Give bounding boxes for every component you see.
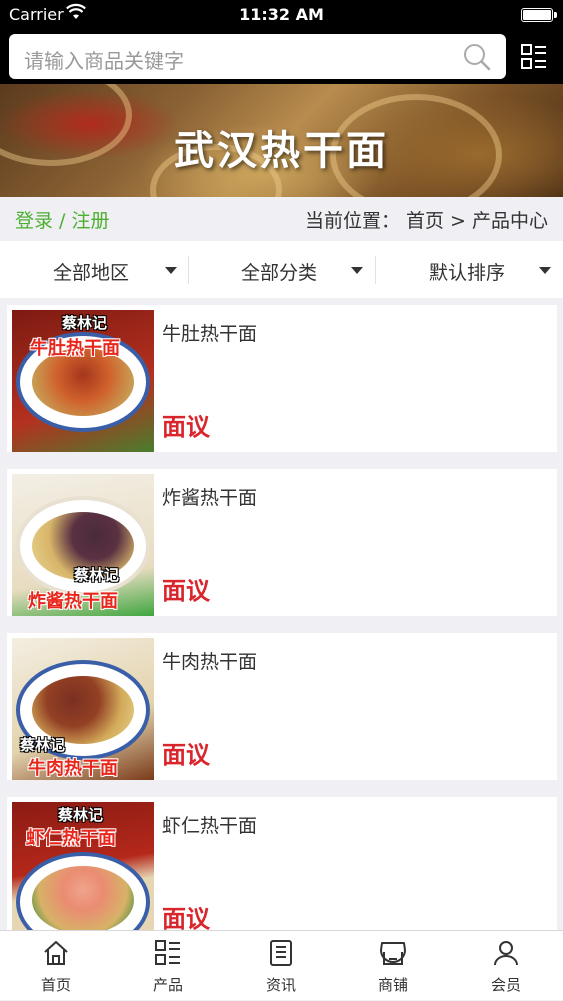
tab-news-label: 资讯 (265, 976, 296, 994)
filter-bar: 全部地区 全部分类 默认排序 (0, 241, 563, 298)
product-name[interactable]: 牛肉热干面 (162, 647, 257, 674)
product-image-label: 牛肚热干面 (30, 338, 120, 359)
tab-home-label: 首页 (40, 976, 71, 994)
product-card[interactable]: 蔡林记 牛肚热干面 牛肚热干面 面议 (7, 305, 557, 452)
news-icon (267, 939, 295, 971)
product-image[interactable]: 蔡林记 牛肉热干面 (12, 638, 154, 780)
filter-sort-label: 默认排序 (429, 262, 506, 284)
product-price: 面议 (162, 905, 210, 933)
tab-stores-label: 商铺 (377, 976, 408, 994)
battery-icon (521, 8, 557, 22)
tab-member[interactable]: 会员 (450, 931, 562, 1001)
product-card[interactable]: 蔡林记 牛肉热干面 牛肉热干面 面议 (7, 633, 557, 780)
product-image-label: 牛肉热干面 (28, 758, 118, 779)
category-menu-icon[interactable] (520, 43, 548, 75)
caret-down-icon (351, 267, 363, 274)
product-image-brand: 蔡林记 (62, 314, 108, 332)
home-icon (42, 939, 70, 971)
filter-category[interactable]: 全部分类 (188, 241, 375, 298)
current-location: 当前位置： 首页 > 产品中心 (304, 210, 548, 232)
filter-region-label: 全部地区 (53, 262, 130, 284)
store-icon (379, 939, 407, 971)
clock: 11:32 AM (239, 5, 324, 24)
search-input[interactable]: 请输入商品关键字 (9, 34, 506, 79)
tab-home[interactable]: 首页 (0, 931, 112, 1001)
filter-region[interactable]: 全部地区 (0, 241, 187, 298)
grid-list-icon (154, 939, 182, 971)
tab-bar: 首页 产品 资讯 商铺 会员 (0, 930, 563, 1000)
user-icon (492, 939, 520, 971)
product-name[interactable]: 炸酱热干面 (162, 483, 257, 510)
search-bar: 请输入商品关键字 (0, 30, 563, 84)
caret-down-icon (539, 267, 551, 274)
product-image[interactable]: 蔡林记 牛肚热干面 (12, 310, 154, 452)
food-shape (32, 866, 134, 934)
product-price: 面议 (162, 741, 210, 769)
banner: 武汉热干面 (0, 84, 563, 197)
status-bar: Carrier 11:32 AM (0, 0, 563, 30)
filter-sort[interactable]: 默认排序 (376, 241, 563, 298)
product-image[interactable]: 蔡林记 虾仁热干面 (12, 802, 154, 944)
product-card[interactable]: 蔡林记 虾仁热干面 虾仁热干面 面议 (7, 797, 557, 944)
product-image-brand: 蔡林记 (58, 806, 104, 824)
tab-member-label: 会员 (490, 976, 521, 994)
tab-products-label: 产品 (152, 976, 183, 994)
breadcrumb: 登录 / 注册 当前位置： 首页 > 产品中心 (0, 197, 563, 241)
product-name[interactable]: 虾仁热干面 (162, 811, 257, 838)
product-name[interactable]: 牛肚热干面 (162, 319, 257, 346)
search-icon[interactable] (462, 42, 492, 76)
filter-category-label: 全部分类 (241, 262, 318, 284)
caret-down-icon (165, 267, 177, 274)
product-image-label: 炸酱热干面 (28, 591, 118, 612)
tab-stores[interactable]: 商铺 (337, 931, 449, 1001)
product-image[interactable]: 蔡林记 炸酱热干面 (12, 474, 154, 616)
login-register-link[interactable]: 登录 / 注册 (15, 206, 109, 233)
product-price: 面议 (162, 577, 210, 605)
product-price: 面议 (162, 413, 210, 441)
tab-products[interactable]: 产品 (112, 931, 224, 1001)
search-placeholder: 请输入商品关键字 (24, 49, 184, 73)
product-card[interactable]: 蔡林记 炸酱热干面 炸酱热干面 面议 (7, 469, 557, 616)
product-image-brand: 蔡林记 (20, 736, 66, 754)
product-image-label: 虾仁热干面 (26, 828, 116, 849)
banner-title: 武汉热干面 (174, 128, 389, 174)
product-image-brand: 蔡林记 (74, 566, 120, 584)
tab-news[interactable]: 资讯 (225, 931, 337, 1001)
